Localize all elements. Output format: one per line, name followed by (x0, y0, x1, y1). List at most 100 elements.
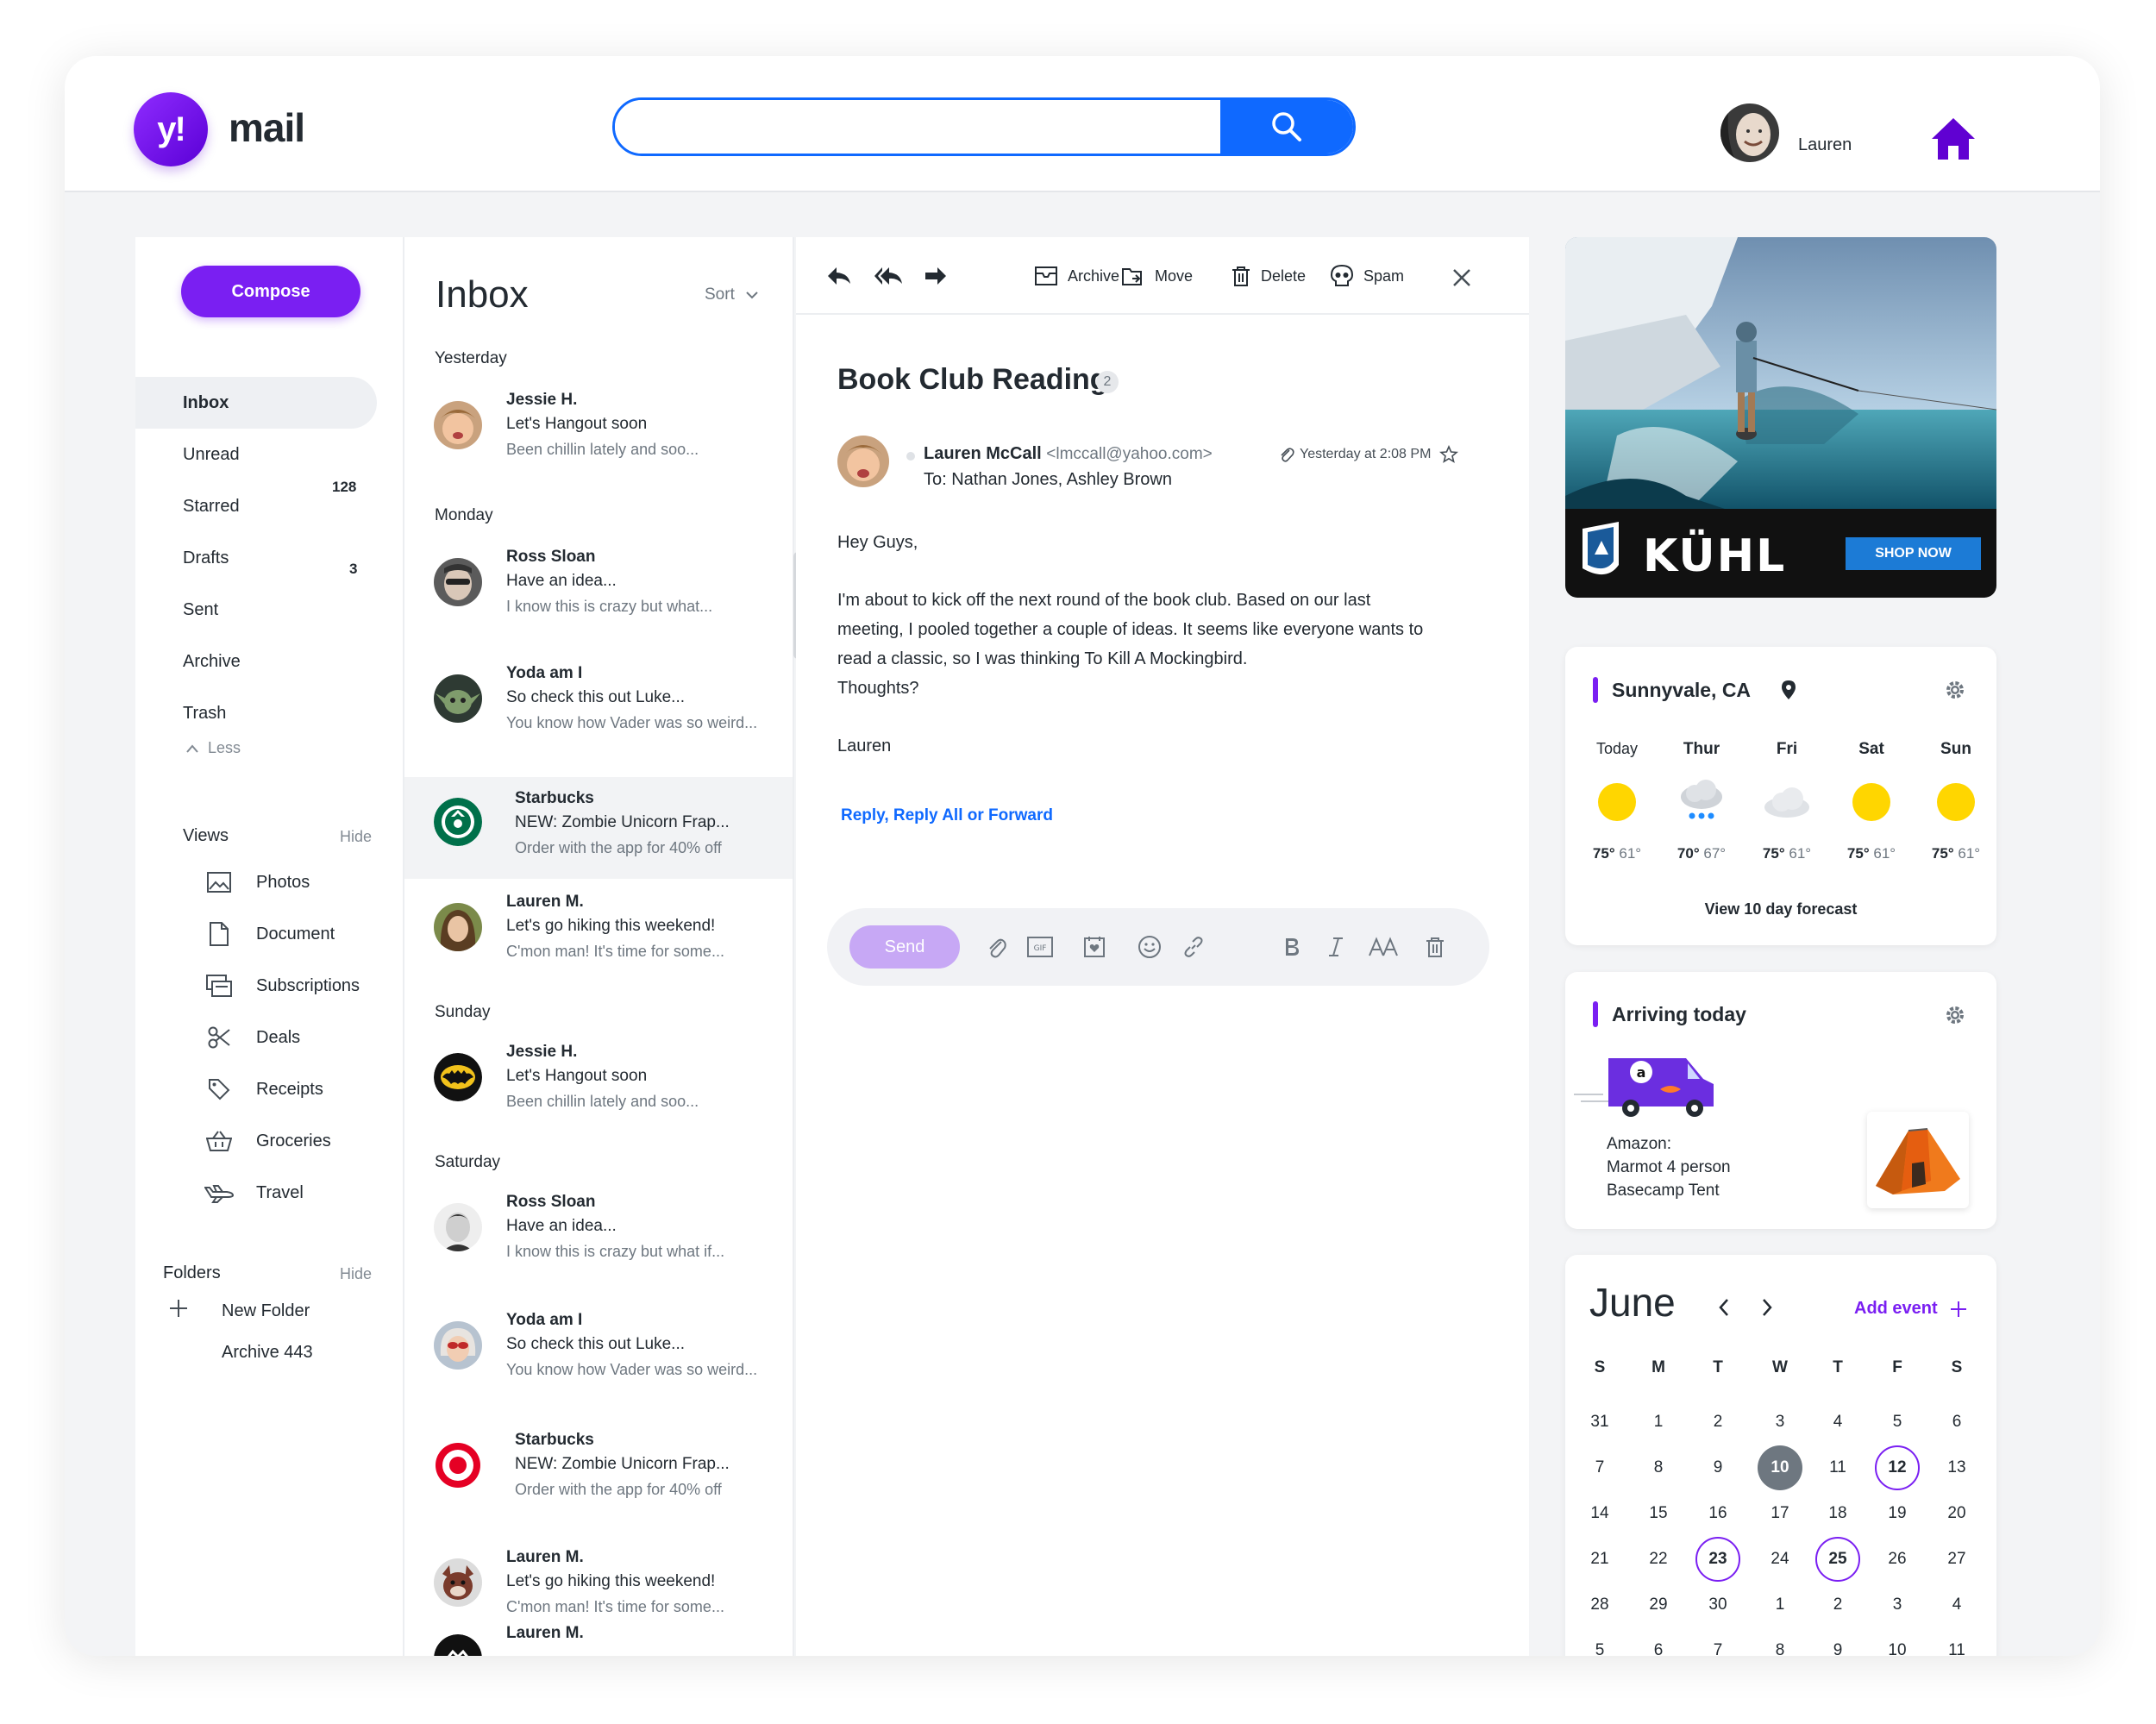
nav-starred[interactable]: Starred (135, 480, 377, 532)
message-item[interactable]: Yoda am I So check this out Luke... You … (404, 657, 793, 761)
calendar-day[interactable]: 10 (1758, 1445, 1802, 1490)
gif-button[interactable]: GIF (1025, 932, 1055, 962)
font-size-button[interactable] (1366, 932, 1401, 962)
sort-dropdown[interactable]: Sort (705, 285, 759, 304)
delete-button[interactable]: Delete (1232, 261, 1306, 291)
view-document[interactable]: Document (204, 917, 335, 951)
less-toggle[interactable]: Less (185, 739, 241, 757)
calendar-day[interactable]: 4 (1934, 1583, 1979, 1627)
italic-button[interactable] (1321, 932, 1351, 962)
calendar-day[interactable]: 2 (1815, 1583, 1860, 1627)
views-hide[interactable]: Hide (340, 828, 372, 846)
message-item[interactable]: Jessie H. Let's Hangout soon Been chilli… (404, 384, 793, 487)
calendar-day[interactable]: 11 (1815, 1445, 1860, 1490)
calendar-day[interactable]: 25 (1815, 1537, 1860, 1582)
forward-button[interactable] (924, 261, 958, 291)
weather-location[interactable]: Sunnyvale, CA (1612, 679, 1751, 702)
message-item[interactable]: Yoda am I So check this out Luke... You … (404, 1304, 793, 1407)
calendar-day[interactable]: 24 (1758, 1537, 1802, 1582)
discard-draft-button[interactable] (1420, 932, 1450, 962)
message-item-selected[interactable]: Starbucks NEW: Zombie Unicorn Frap... Or… (404, 777, 793, 879)
calendar-day[interactable]: 4 (1815, 1400, 1860, 1445)
calendar-day[interactable]: 16 (1695, 1491, 1740, 1536)
spam-button[interactable]: Spam (1331, 261, 1404, 291)
calendar-day[interactable]: 8 (1758, 1628, 1802, 1656)
calendar-day[interactable]: 17 (1758, 1491, 1802, 1536)
calendar-day[interactable]: 1 (1636, 1400, 1681, 1445)
home-button[interactable] (1930, 116, 1977, 161)
nav-sent[interactable]: Sent (135, 584, 377, 636)
calendar-day[interactable]: 11 (1934, 1628, 1979, 1656)
calendar-day[interactable]: 23 (1695, 1537, 1740, 1582)
calendar-day[interactable]: 31 (1577, 1400, 1622, 1445)
reply-all-button[interactable] (874, 261, 913, 291)
calendar-day[interactable]: 8 (1636, 1445, 1681, 1490)
nav-archive[interactable]: Archive (135, 636, 377, 687)
view-groceries[interactable]: Groceries (204, 1124, 331, 1158)
calendar-day[interactable]: 18 (1815, 1491, 1860, 1536)
calendar-day[interactable]: 14 (1577, 1491, 1622, 1536)
compose-button[interactable]: Compose (181, 266, 360, 317)
message-item[interactable]: Ross Sloan Have an idea... I know this i… (404, 1186, 793, 1289)
new-folder-item[interactable]: New Folder (222, 1301, 310, 1321)
reply-forward-link[interactable]: Reply, Reply All or Forward (841, 806, 1053, 825)
view-deals[interactable]: Deals (204, 1020, 300, 1055)
send-button[interactable]: Send (849, 925, 960, 969)
calendar-day[interactable]: 22 (1636, 1537, 1681, 1582)
archive-button[interactable]: Archive (1035, 261, 1119, 291)
nav-unread[interactable]: Unread (135, 429, 377, 480)
message-item[interactable]: Ross Sloan Have an idea... I know this i… (404, 541, 793, 644)
calendar-day[interactable]: 9 (1815, 1628, 1860, 1656)
calendar-day[interactable]: 28 (1577, 1583, 1622, 1627)
calendar-day[interactable]: 6 (1636, 1628, 1681, 1656)
ten-day-forecast-link[interactable]: View 10 day forecast (1565, 900, 1996, 918)
nav-trash[interactable]: Trash (135, 687, 377, 739)
add-event-button[interactable]: Add event (1854, 1299, 1967, 1319)
folder-archive[interactable]: Archive 443 (222, 1343, 313, 1363)
view-travel[interactable]: Travel (204, 1175, 304, 1210)
calendar-next-button[interactable] (1760, 1298, 1774, 1317)
tent-thumbnail[interactable] (1867, 1112, 1969, 1208)
calendar-day[interactable]: 15 (1636, 1491, 1681, 1536)
nav-inbox[interactable]: Inbox (135, 377, 377, 429)
user-name[interactable]: Lauren (1798, 135, 1852, 155)
sender-avatar[interactable] (837, 436, 889, 487)
message-item[interactable]: Lauren M. (404, 1617, 793, 1656)
calendar-day[interactable]: 2 (1695, 1400, 1740, 1445)
calendar-day[interactable]: 21 (1577, 1537, 1622, 1582)
weather-settings-button[interactable] (1945, 680, 1965, 700)
link-button[interactable] (1179, 932, 1208, 962)
calendar-day[interactable]: 12 (1875, 1445, 1920, 1490)
move-button[interactable]: Move (1122, 261, 1193, 291)
close-button[interactable] (1451, 263, 1482, 292)
calendar-day[interactable]: 3 (1875, 1583, 1920, 1627)
calendar-day[interactable]: 20 (1934, 1491, 1979, 1536)
view-receipts[interactable]: Receipts (204, 1072, 323, 1106)
advertisement[interactable]: KÜHL SHOP NOW (1565, 237, 1996, 598)
calendar-prev-button[interactable] (1717, 1298, 1731, 1317)
nav-drafts[interactable]: Drafts (135, 532, 377, 584)
ad-shop-now-button[interactable]: SHOP NOW (1846, 537, 1981, 570)
calendar-day[interactable]: 5 (1875, 1400, 1920, 1445)
calendar-day[interactable]: 7 (1695, 1628, 1740, 1656)
calendar-day[interactable]: 6 (1934, 1400, 1979, 1445)
view-subscriptions[interactable]: Subscriptions (204, 969, 360, 1003)
folders-hide[interactable]: Hide (340, 1265, 372, 1283)
attach-button[interactable] (982, 932, 1012, 962)
calendar-day[interactable]: 13 (1934, 1445, 1979, 1490)
package-settings-button[interactable] (1945, 1005, 1965, 1025)
calendar-day[interactable]: 26 (1875, 1537, 1920, 1582)
calendar-day[interactable]: 7 (1577, 1445, 1622, 1490)
message-item[interactable]: Jessie H. Let's Hangout soon Been chilli… (404, 1036, 793, 1139)
emoji-button[interactable] (1135, 932, 1164, 962)
sender-name[interactable]: Lauren McCall (924, 444, 1042, 463)
search-button[interactable] (1220, 100, 1353, 154)
sender-email[interactable]: <lmccall@yahoo.com> (1046, 445, 1212, 463)
calendar-day[interactable]: 3 (1758, 1400, 1802, 1445)
message-item[interactable]: Starbucks NEW: Zombie Unicorn Frap... Or… (404, 1424, 793, 1527)
calendar-day[interactable]: 9 (1695, 1445, 1740, 1490)
calendar-day[interactable]: 29 (1636, 1583, 1681, 1627)
yahoo-logo-icon[interactable]: y! (134, 92, 208, 166)
add-folder-button[interactable] (168, 1298, 189, 1319)
reply-button[interactable] (826, 261, 862, 291)
